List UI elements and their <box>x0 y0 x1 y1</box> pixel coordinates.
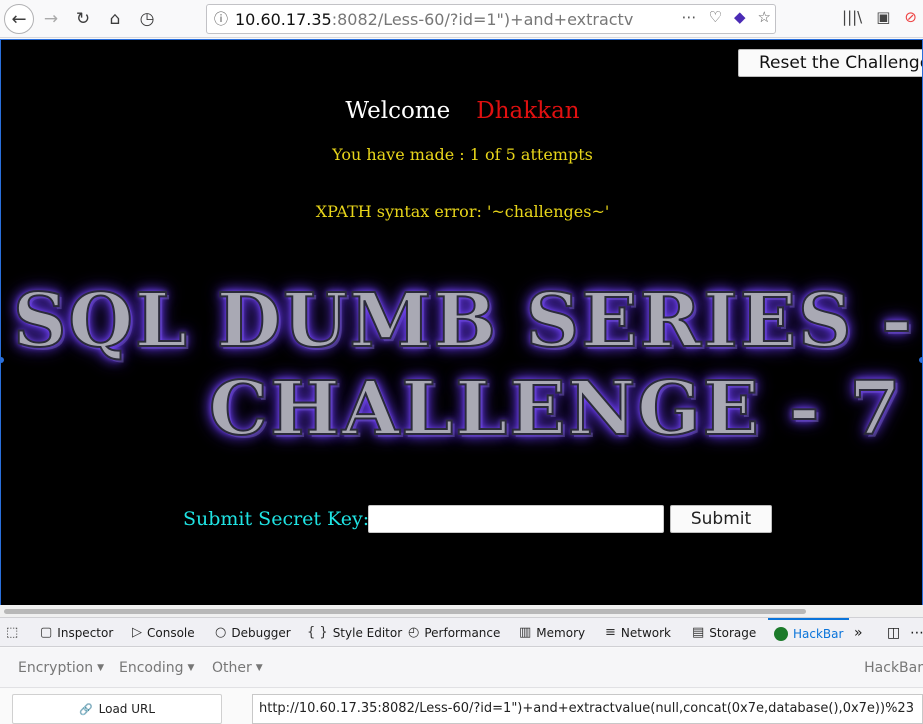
hackbar-body: 🔗 Load URL http://10.60.17.35:8082/Less-… <box>0 689 923 724</box>
home-icon: ⌂ <box>109 9 121 29</box>
style-editor-icon: { } <box>307 625 328 640</box>
load-url-button[interactable]: 🔗 Load URL <box>12 694 222 724</box>
secret-key-form: Submit Secret Key: Submit <box>1 504 922 534</box>
network-icon: ≡ <box>605 625 616 640</box>
tab-label: HackBar <box>793 626 844 641</box>
submit-button[interactable]: Submit <box>670 505 772 533</box>
reload-button[interactable]: ↻ <box>70 6 96 32</box>
tab-label: Console <box>147 625 195 640</box>
storage-icon: ▤ <box>692 625 705 640</box>
horizontal-scrollbar[interactable] <box>0 605 923 617</box>
page-actions-icon[interactable]: ⋯ <box>682 8 697 26</box>
devtools-menu-button[interactable]: ⋯ <box>910 618 923 647</box>
info-icon[interactable]: ⓘ <box>207 9 235 29</box>
welcome-line: Welcome Dhakkan <box>1 98 922 124</box>
tab-label: Style Editor <box>332 625 403 640</box>
address-bar[interactable]: ⓘ 10.60.17.35:8082/Less-60/?id=1")+and+e… <box>206 4 776 34</box>
tab-label: Storage <box>709 625 757 640</box>
performance-icon: ◴ <box>408 625 420 640</box>
menu-other[interactable]: Other ▼ <box>212 660 263 676</box>
reset-challenge-button[interactable]: Reset the Challenge! <box>738 49 922 77</box>
caret-down-icon: ▼ <box>97 663 105 673</box>
tab-label: Memory <box>536 625 586 640</box>
tab-label: Performance <box>424 625 501 640</box>
picker-icon: ⬚ <box>6 625 19 640</box>
hackbar-icon <box>774 626 788 641</box>
tabs-overflow-button[interactable]: » <box>854 618 863 647</box>
challenge-banner: SQL DUMB SERIES - CHALLENGE - 7 <box>1 277 922 453</box>
element-picker-button[interactable]: ⬚ <box>6 618 18 647</box>
tab-label: Inspector <box>57 625 114 640</box>
tab-storage[interactable]: ▤ Storage <box>692 618 756 647</box>
tab-network[interactable]: ≡ Network <box>605 618 671 647</box>
url-path: :8082/Less-60/?id=1")+and+extractv <box>331 9 634 29</box>
chevrons-right-icon: » <box>854 624 863 641</box>
caret-down-icon: ▼ <box>255 663 263 673</box>
menu-encryption[interactable]: Encryption ▼ <box>18 660 104 676</box>
dock-side-icon: ◫ <box>887 624 901 641</box>
scrollbar-thumb[interactable] <box>4 609 806 614</box>
browser-toolbar: ← → ↻ ⌂ ◷ ⓘ 10.60.17.35:8082/Less-60/?id… <box>0 0 923 38</box>
forward-button[interactable]: → <box>38 6 64 32</box>
tab-inspector[interactable]: ▢ Inspector <box>40 618 113 647</box>
tab-label: Network <box>620 625 672 640</box>
load-url-label: Load URL <box>98 702 156 716</box>
bookmark-star-icon[interactable]: ☆ <box>758 8 771 26</box>
xpath-error-text: XPATH syntax error: '~challenges~' <box>315 202 610 221</box>
extension-icon[interactable]: ◆ <box>734 8 746 26</box>
pocket-icon[interactable]: ♡ <box>709 8 722 26</box>
history-button[interactable]: ◷ <box>134 6 160 32</box>
tab-debugger[interactable]: ○ Debugger <box>215 618 291 647</box>
tab-console[interactable]: ▷ Console <box>132 618 195 647</box>
url-host: 10.60.17.35 <box>235 9 332 29</box>
link-icon: 🔗 <box>78 702 93 716</box>
banner-line-2: CHALLENGE - 7 <box>208 365 903 453</box>
inspector-icon: ▢ <box>40 625 53 640</box>
welcome-text: Welcome <box>345 98 451 124</box>
secret-key-label: Submit Secret Key: <box>183 508 370 530</box>
library-icon[interactable]: |||\ <box>842 8 862 26</box>
memory-icon: ▥ <box>519 625 532 640</box>
tab-label: Debugger <box>231 625 291 640</box>
hackbar-url-textarea[interactable]: http://10.60.17.35:8082/Less-60/?id=1")+… <box>252 694 923 724</box>
home-button[interactable]: ⌂ <box>102 6 128 32</box>
console-icon: ▷ <box>132 625 142 640</box>
url-text[interactable]: 10.60.17.35:8082/Less-60/?id=1")+and+ext… <box>235 10 655 29</box>
user-name: Dhakkan <box>476 98 580 124</box>
tab-style-editor[interactable]: { } Style Editor <box>307 618 402 647</box>
dock-button[interactable]: ◫ <box>887 618 900 647</box>
menu-encoding[interactable]: Encoding ▼ <box>119 660 194 676</box>
devtools-tabbar: ⬚ ▢ Inspector ▷ Console ○ Debugger { } Style… <box>0 617 923 647</box>
tab-hackbar[interactable]: HackBar <box>768 618 850 647</box>
tab-memory[interactable]: ▥ Memory <box>519 618 585 647</box>
menu-label: Encoding <box>119 660 184 676</box>
page-content: Reset the Challenge! Welcome Dhakkan You … <box>0 39 923 605</box>
attempts-text: You have made : 1 of 5 attempts <box>332 145 593 164</box>
hackbar-title: HackBar <box>864 660 923 676</box>
secret-key-input[interactable] <box>368 505 664 533</box>
sidebar-icon[interactable]: ▣ <box>876 8 890 26</box>
addon-icon[interactable]: ⊘ <box>904 8 917 26</box>
debugger-icon: ○ <box>215 625 227 640</box>
hackbar-menubar: Encryption ▼ Encoding ▼ Other ▼ HackBar <box>0 648 923 688</box>
back-button[interactable]: ← <box>4 4 34 34</box>
banner-line-1: SQL DUMB SERIES - <box>12 277 914 365</box>
tab-performance[interactable]: ◴ Performance <box>408 618 500 647</box>
menu-label: Encryption <box>18 660 94 676</box>
resize-handle-right[interactable] <box>919 357 922 363</box>
arrow-right-icon: → <box>43 9 59 29</box>
caret-down-icon: ▼ <box>187 663 195 673</box>
arrow-left-icon: ← <box>11 8 27 30</box>
history-icon: ◷ <box>139 9 155 29</box>
more-icon: ⋯ <box>910 624 923 641</box>
reload-icon: ↻ <box>75 9 91 29</box>
menu-label: Other <box>212 660 252 676</box>
